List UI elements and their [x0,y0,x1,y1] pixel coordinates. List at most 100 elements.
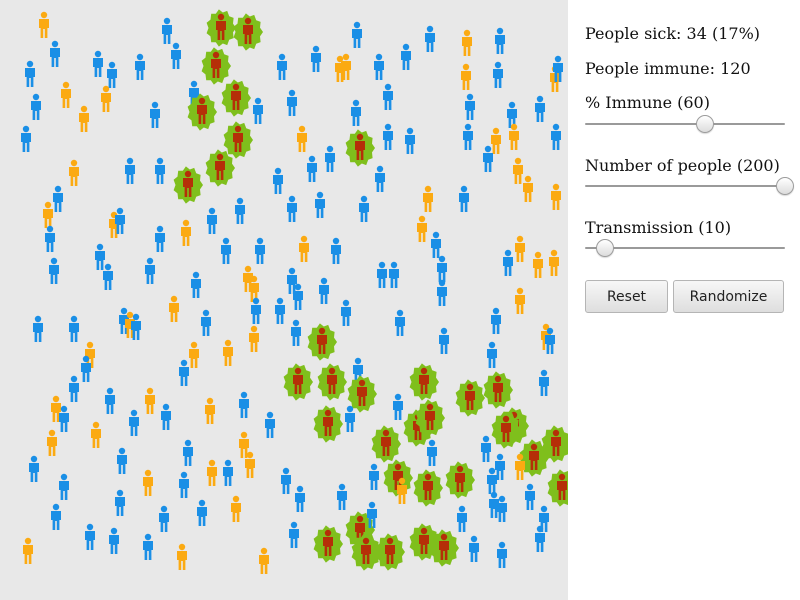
healthy-person-icon [289,521,299,548]
number-of-people-slider[interactable] [585,177,794,195]
healthy-person-icon [179,471,189,498]
healthy-person-icon [155,157,165,184]
immune-person-icon [515,287,525,314]
healthy-person-icon [352,21,362,48]
healthy-person-icon [469,535,479,562]
healthy-person-icon [431,231,441,258]
immune-person-icon [462,29,472,56]
immune-person-icon [79,105,89,132]
immune-person-icon [491,127,501,154]
healthy-person-icon [503,249,513,276]
healthy-person-icon [265,411,275,438]
healthy-person-icon [287,267,297,294]
healthy-person-icon [117,447,127,474]
number-of-people-slider-thumb[interactable] [776,177,794,195]
healthy-person-icon [273,167,283,194]
sick-person-icon [409,363,439,401]
sick-person-icon [201,47,231,85]
control-panel: People sick: 34 (17%) People immune: 120… [585,0,794,600]
healthy-person-icon [389,261,399,288]
healthy-person-icon [319,277,329,304]
healthy-person-icon [105,387,115,414]
healthy-person-icon [383,83,393,110]
immune-person-icon [549,249,559,276]
healthy-person-icon [535,525,545,552]
healthy-person-icon [183,439,193,466]
healthy-person-icon [25,60,35,87]
healthy-person-icon [287,195,297,222]
immune-person-icon [223,339,233,366]
immune-person-icon [423,185,433,212]
immune-percent-slider-thumb[interactable] [696,115,714,133]
sick-person-icon [221,79,251,117]
healthy-person-icon [51,503,61,530]
healthy-person-icon [179,359,189,386]
healthy-person-icon [395,309,405,336]
healthy-person-icon [21,125,31,152]
healthy-person-icon [191,271,201,298]
healthy-person-icon [439,327,449,354]
immune-person-icon [69,159,79,186]
sick-person-icon [413,469,443,507]
healthy-person-icon [159,505,169,532]
transmission-slider-thumb[interactable] [596,239,614,257]
healthy-person-icon [161,403,171,430]
healthy-person-icon [459,185,469,212]
healthy-person-icon [525,483,535,510]
immune-person-icon [297,125,307,152]
healthy-person-icon [115,489,125,516]
transmission-slider[interactable] [585,239,785,257]
immune-person-icon [513,157,523,184]
healthy-person-icon [483,145,493,172]
immune-person-icon [207,459,217,486]
healthy-person-icon [162,17,172,44]
immune-person-icon [299,235,309,262]
healthy-person-icon [465,93,475,120]
immune-person-icon [231,495,241,522]
immune-person-icon [551,183,561,210]
healthy-person-icon [69,375,79,402]
immune-person-icon [189,341,199,368]
healthy-person-icon [150,101,160,128]
healthy-person-icon [311,45,321,72]
immune-percent-slider[interactable] [585,115,785,133]
sick-person-icon [375,533,405,571]
healthy-person-icon [497,541,507,568]
immune-person-icon [181,219,191,246]
healthy-person-icon [255,237,265,264]
healthy-person-icon [359,195,369,222]
healthy-person-icon [535,95,545,122]
immune-person-icon [61,81,71,108]
healthy-person-icon [109,527,119,554]
healthy-person-icon [145,257,155,284]
randomize-button[interactable]: Randomize [673,280,784,313]
healthy-person-icon [143,533,153,560]
sick-person-icon [345,129,375,167]
sick-person-icon [307,323,337,361]
sick-person-icon [371,425,401,463]
sick-person-icon [547,469,568,507]
immune-person-icon [43,201,53,228]
immune-person-icon [533,251,543,278]
immune-person-icon [143,469,153,496]
healthy-person-icon [487,341,497,368]
immune-person-icon [259,547,269,574]
healthy-person-icon [375,165,385,192]
sick-person-icon [313,525,343,563]
healthy-person-icon [377,261,387,288]
healthy-person-icon [277,53,287,80]
reset-button[interactable]: Reset [585,280,668,313]
healthy-person-icon [325,145,335,172]
healthy-person-icon [223,459,233,486]
immune-person-icon [101,85,111,112]
healthy-person-icon [69,315,79,342]
healthy-person-icon [31,93,41,120]
healthy-person-icon [307,155,317,182]
healthy-person-icon [103,263,113,290]
sick-person-icon [223,121,253,159]
healthy-person-icon [197,499,207,526]
healthy-person-icon [457,505,467,532]
healthy-person-icon [93,50,103,77]
immune-person-icon [515,235,525,262]
sick-person-icon [313,405,343,443]
